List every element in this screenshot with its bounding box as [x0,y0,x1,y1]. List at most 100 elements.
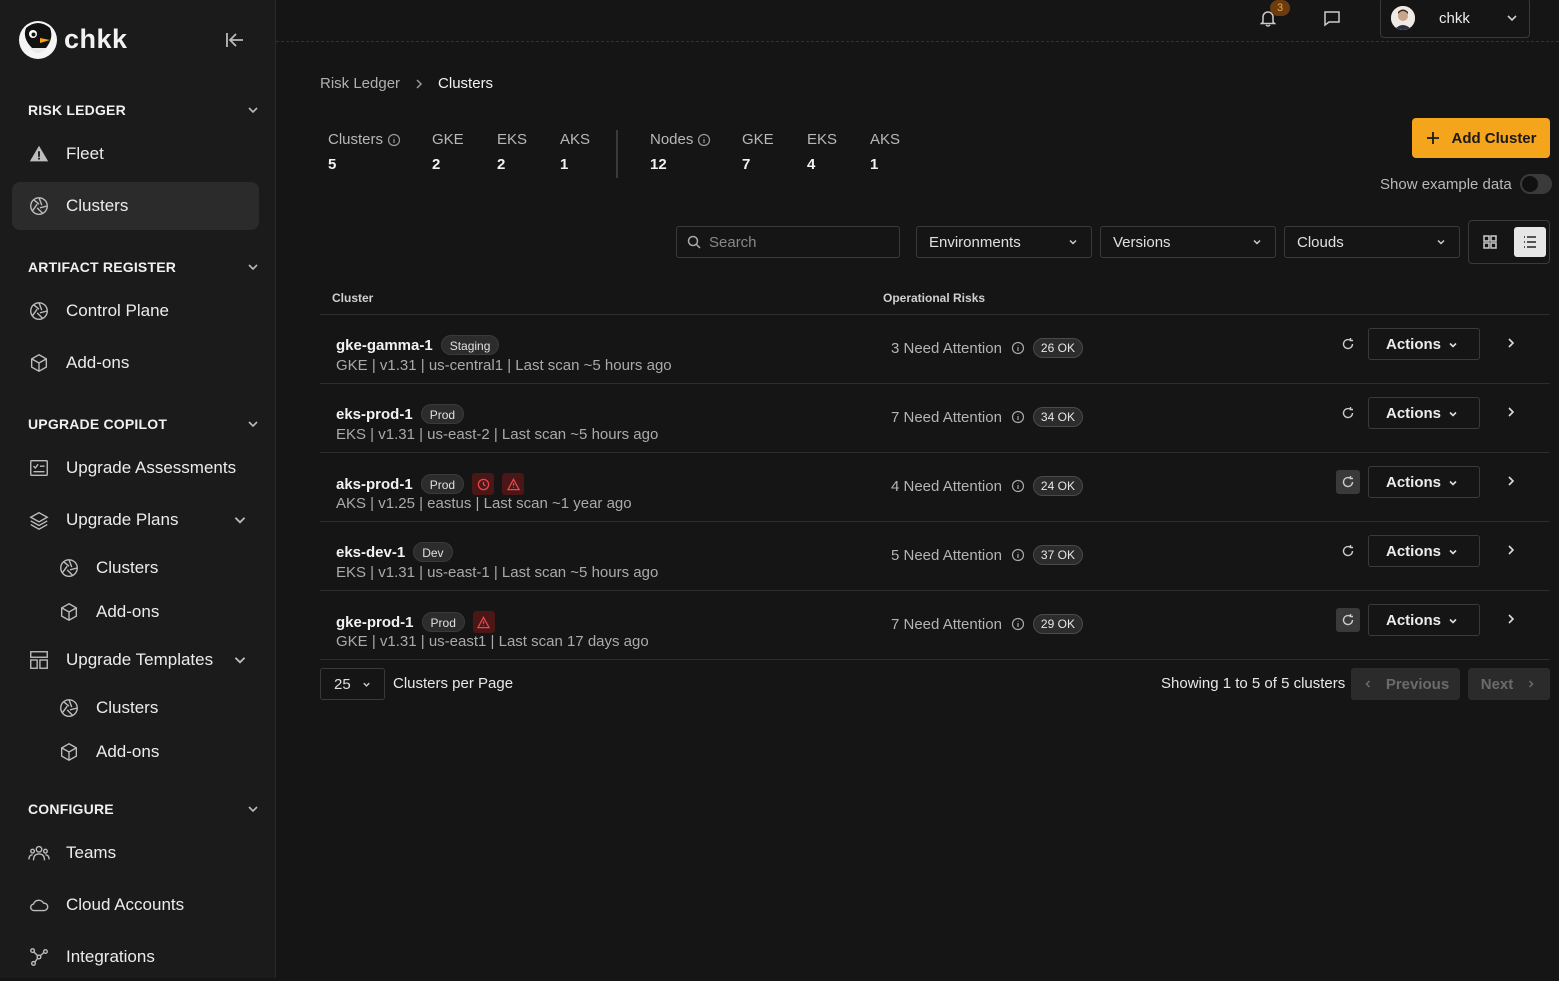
sidebar-item-label: Integrations [66,947,155,966]
cluster-meta: EKS | v1.31 | us-east-1 | Last scan ~5 h… [336,564,659,581]
breadcrumb-risk-ledger[interactable]: Risk Ledger [320,75,400,92]
info-icon[interactable] [697,133,711,147]
stat-divider [616,130,618,178]
stat-clusters-aks: AKS 1 [560,131,590,173]
chevron-right-icon[interactable] [1504,543,1518,557]
add-cluster-button[interactable]: Add Cluster [1412,118,1550,158]
warning-badge[interactable] [472,611,495,633]
sidebar-item-upgrade-plans[interactable]: Upgrade Plans [12,496,259,544]
actions-dropdown[interactable]: Actions [1368,328,1480,360]
next-page-button[interactable]: Next [1468,668,1550,700]
cluster-name[interactable]: gke-gamma-1 [336,337,433,354]
sidebar-subitem-plans-clusters[interactable]: Clusters [58,548,258,588]
info-icon[interactable] [1011,479,1025,493]
stat-label: Nodes [650,131,694,148]
chevron-right-icon[interactable] [1504,405,1518,419]
cluster-name[interactable]: eks-prod-1 [336,406,413,423]
chevron-right-icon [1529,680,1534,688]
stat-label: EKS [807,131,838,148]
select-value: Versions [1113,233,1171,251]
show-example-toggle[interactable] [1519,174,1552,194]
rescan-button[interactable] [1336,401,1360,425]
sidebar-subitem-templates-clusters[interactable]: Clusters [58,688,258,728]
collapse-sidebar-button[interactable] [224,30,246,50]
environment-badge: Prod [420,404,465,424]
actions-label: Actions [1386,542,1442,560]
notification-count-badge: 3 [1270,0,1290,16]
sidebar-item-upgrade-assessments[interactable]: Upgrade Assessments [12,444,259,492]
sidebar-item-control-plane[interactable]: Control Plane [12,287,259,335]
search-box [676,226,900,258]
chevron-down-icon [248,806,258,813]
search-icon [687,235,701,249]
chevron-right-icon[interactable] [1504,336,1518,350]
rescan-button[interactable] [1336,332,1360,356]
ok-count-badge: 24 OK [1032,476,1083,496]
cluster-name[interactable]: gke-prod-1 [336,614,414,631]
info-icon[interactable] [1011,341,1025,355]
table-row[interactable]: eks-dev-1 Dev EKS | v1.31 | us-east-1 | … [320,522,1550,591]
environments-select[interactable]: Environments [916,226,1092,258]
sidebar-item-clusters[interactable]: Clusters [12,182,259,230]
actions-dropdown[interactable]: Actions [1368,604,1480,636]
chat-bubble-icon [1324,11,1340,27]
per-page-select[interactable]: 25 [320,668,385,700]
chevron-down-icon [234,517,246,524]
sidebar-item-add-ons[interactable]: Add-ons [12,339,259,387]
ok-count-badge: 37 OK [1032,545,1083,565]
table-row[interactable]: gke-prod-1 Prod GKE | v1.31 | us-east1 |… [320,591,1550,660]
cluster-meta: GKE | v1.31 | us-central1 | Last scan ~5… [336,357,672,374]
rescan-button[interactable] [1336,608,1360,632]
chevron-right-icon[interactable] [1504,612,1518,626]
warning-badge[interactable] [472,473,495,495]
chkk-logo[interactable]: chkk [18,18,128,60]
column-header-operational-risks: Operational Risks [883,291,986,305]
chevron-down-icon [363,682,370,687]
actions-dropdown[interactable]: Actions [1368,466,1480,498]
actions-dropdown[interactable]: Actions [1368,535,1480,567]
stat-label: GKE [432,131,464,148]
cluster-name[interactable]: aks-prod-1 [336,476,413,493]
table-row[interactable]: aks-prod-1 Prod AKS | v1.25 | eastus | L… [320,453,1550,522]
actions-dropdown[interactable]: Actions [1368,397,1480,429]
sidebar-item-teams[interactable]: Teams [12,829,259,877]
info-icon[interactable] [1011,410,1025,424]
sidebar-item-label: Upgrade Plans [66,510,179,529]
info-icon[interactable] [1011,548,1025,562]
sidebar-item-integrations[interactable]: Integrations [12,933,259,981]
stat-nodes-eks: EKS 4 [807,131,837,173]
sidebar-subitem-plans-add-ons[interactable]: Add-ons [58,592,258,632]
sidebar-item-cloud-accounts[interactable]: Cloud Accounts [12,881,259,929]
section-risk-ledger[interactable]: RISK LEDGER [28,99,260,121]
sidebar-item-label: Clusters [96,698,159,717]
grid-view-button[interactable] [1474,227,1506,257]
section-upgrade-copilot[interactable]: UPGRADE COPILOT [28,413,260,435]
cube-icon [60,742,78,762]
table-row[interactable]: gke-gamma-1 Staging GKE | v1.31 | us-cen… [320,315,1550,384]
sidebar-item-label: Cloud Accounts [66,895,185,914]
rescan-button[interactable] [1336,470,1360,494]
user-menu[interactable]: chkk [1380,0,1530,38]
messages-button[interactable] [1322,8,1342,28]
search-input[interactable] [709,233,889,251]
top-bar: 3 chkk [276,0,1559,42]
versions-select[interactable]: Versions [1100,226,1276,258]
previous-page-button[interactable]: Previous [1351,668,1460,700]
section-artifact-register[interactable]: ARTIFACT REGISTER [28,256,260,278]
sidebar-subitem-templates-add-ons[interactable]: Add-ons [58,732,258,772]
warning-badge[interactable] [502,473,525,495]
sidebar-item-fleet[interactable]: Fleet [12,130,259,178]
avatar [1391,6,1415,30]
chevron-left-icon [1365,680,1370,688]
table-row[interactable]: eks-prod-1 Prod EKS | v1.31 | us-east-2 … [320,384,1550,453]
section-configure[interactable]: CONFIGURE [28,798,260,820]
sidebar-item-label: Add-ons [96,602,160,621]
info-icon[interactable] [387,133,401,147]
chevron-right-icon[interactable] [1504,474,1518,488]
clouds-select[interactable]: Clouds [1284,226,1460,258]
sidebar-item-upgrade-templates[interactable]: Upgrade Templates [12,636,259,684]
cluster-name[interactable]: eks-dev-1 [336,544,405,561]
info-icon[interactable] [1011,617,1025,631]
list-view-button[interactable] [1514,227,1546,257]
rescan-button[interactable] [1336,539,1360,563]
